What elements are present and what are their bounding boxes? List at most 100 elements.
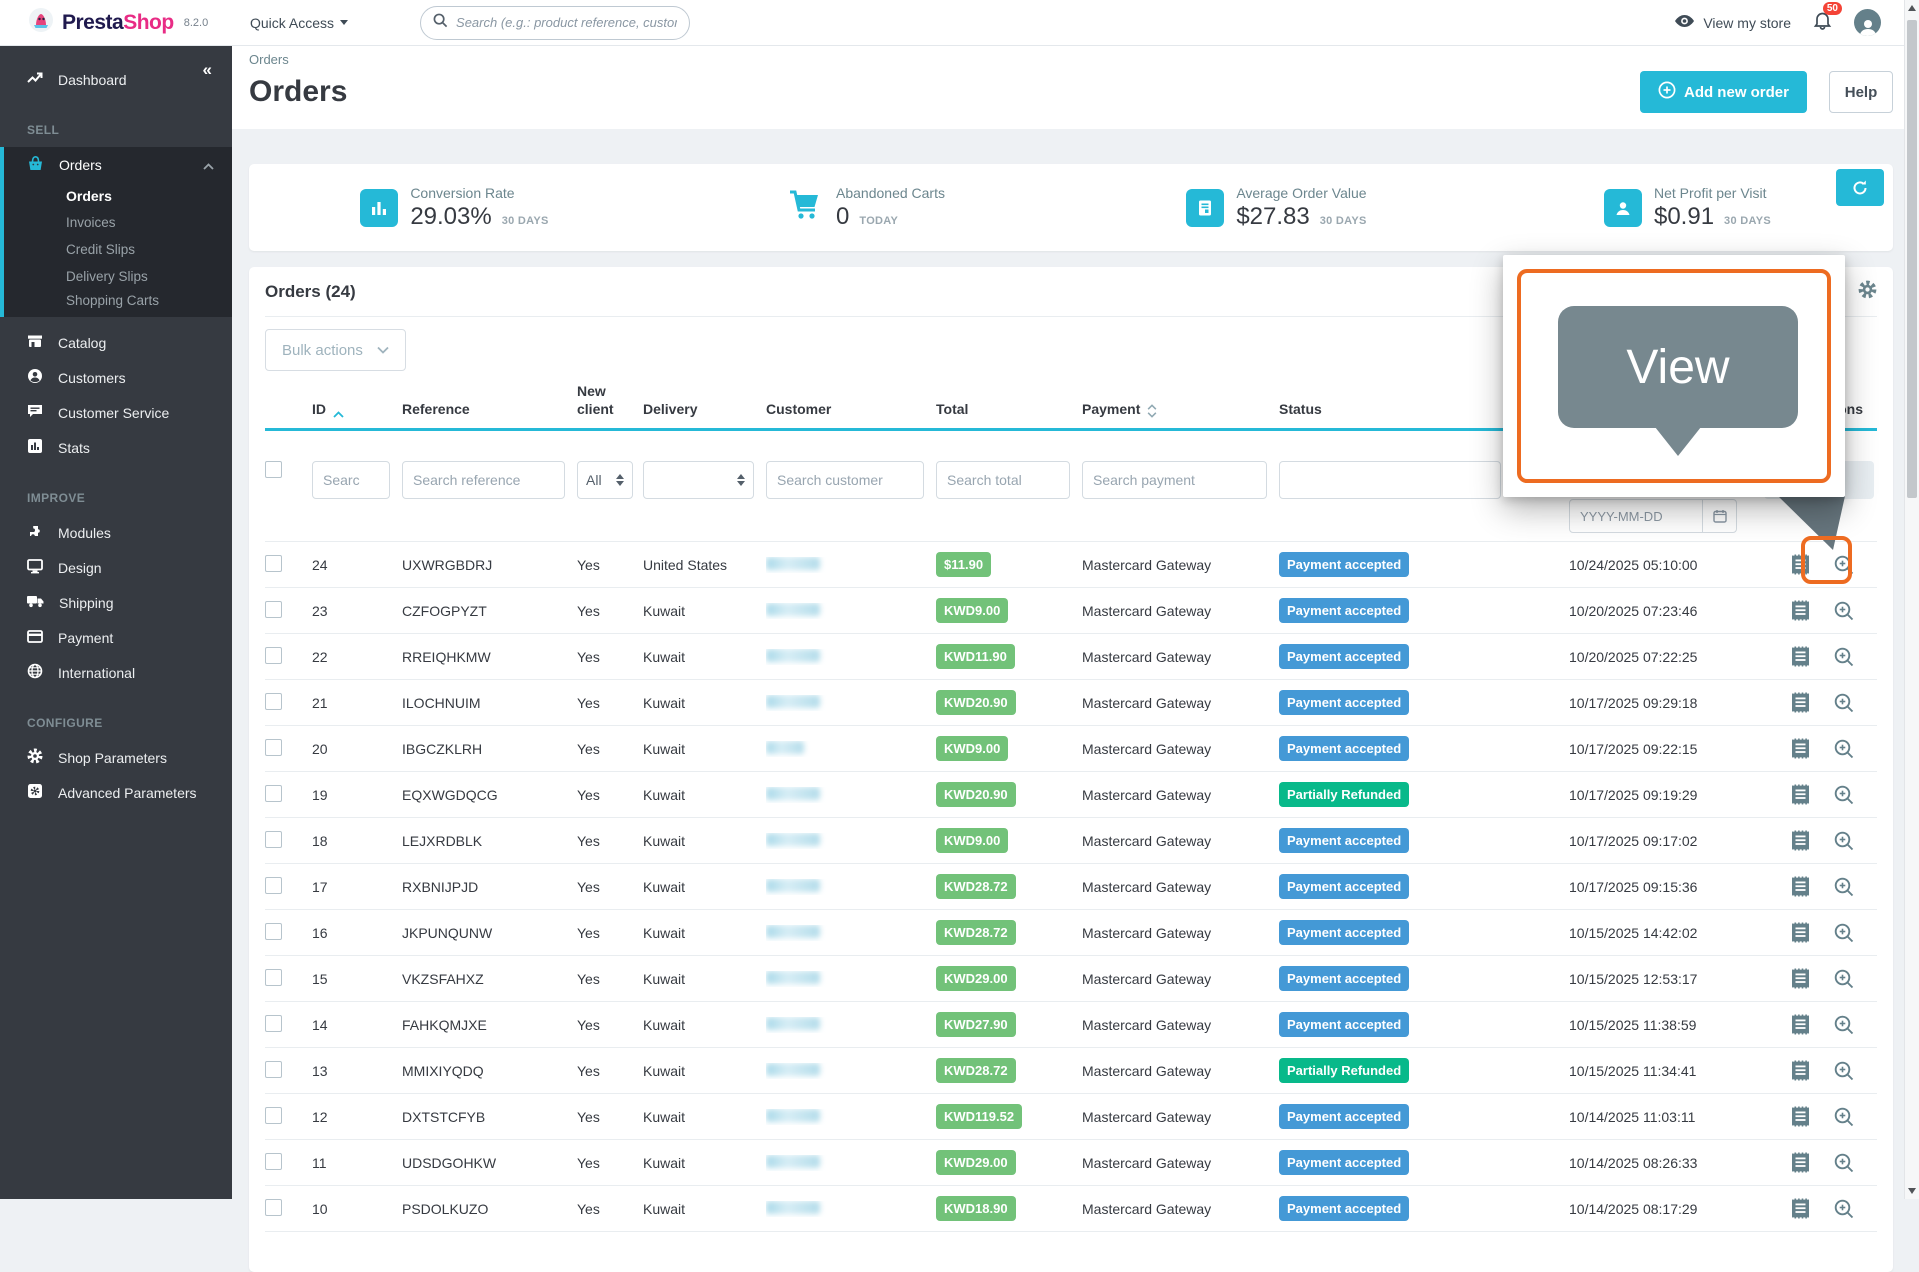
- view-my-store-link[interactable]: View my store: [1674, 14, 1791, 31]
- sidebar-item-customers[interactable]: Customers: [0, 360, 232, 395]
- filter-total-input[interactable]: [936, 461, 1070, 499]
- column-header-id[interactable]: ID: [312, 401, 402, 419]
- scroll-up-arrow-icon[interactable]: [1908, 5, 1916, 11]
- scroll-down-arrow-icon[interactable]: [1908, 1188, 1916, 1194]
- customer-name-blurred[interactable]: [766, 741, 804, 754]
- customer-name-blurred[interactable]: [766, 649, 820, 662]
- row-checkbox[interactable]: [265, 555, 282, 572]
- view-order-icon[interactable]: [1833, 692, 1855, 714]
- customer-name-blurred[interactable]: [766, 971, 820, 984]
- view-order-icon[interactable]: [1833, 1060, 1855, 1082]
- customer-name-blurred[interactable]: [766, 879, 820, 892]
- row-checkbox[interactable]: [265, 739, 282, 756]
- column-header-delivery[interactable]: Delivery: [643, 401, 766, 419]
- table-row[interactable]: 11 UDSDGOHKW Yes Kuwait KWD29.00 Masterc…: [265, 1140, 1877, 1186]
- sidebar-item-orders[interactable]: Orders: [4, 147, 232, 182]
- filter-status-input[interactable]: [1279, 461, 1501, 499]
- vertical-scrollbar[interactable]: [1904, 0, 1919, 1199]
- row-checkbox[interactable]: [265, 877, 282, 894]
- row-checkbox[interactable]: [265, 693, 282, 710]
- sidebar-subitem-credit-slips[interactable]: Credit Slips: [4, 236, 232, 263]
- table-row[interactable]: 21 ILOCHNUIM Yes Kuwait KWD20.90 Masterc…: [265, 680, 1877, 726]
- view-order-icon[interactable]: [1833, 738, 1855, 760]
- customer-name-blurred[interactable]: [766, 1017, 820, 1030]
- user-avatar[interactable]: [1854, 9, 1881, 36]
- table-row[interactable]: 17 RXBNIJPJD Yes Kuwait KWD28.72 Masterc…: [265, 864, 1877, 910]
- bulk-actions-button[interactable]: Bulk actions: [265, 329, 406, 371]
- view-order-icon[interactable]: [1833, 1198, 1855, 1220]
- sidebar-item-dashboard[interactable]: Dashboard: [0, 62, 232, 97]
- customer-name-blurred[interactable]: [766, 833, 820, 846]
- row-checkbox[interactable]: [265, 923, 282, 940]
- customer-name-blurred[interactable]: [766, 557, 820, 570]
- view-order-icon[interactable]: [1833, 600, 1855, 622]
- sidebar-item-payment[interactable]: Payment: [0, 620, 232, 655]
- invoice-document-icon[interactable]: [1790, 1105, 1811, 1128]
- table-row[interactable]: 20 IBGCZKLRH Yes Kuwait KWD9.00 Masterca…: [265, 726, 1877, 772]
- filter-payment-input[interactable]: [1082, 461, 1267, 499]
- sidebar-item-customer-service[interactable]: Customer Service: [0, 395, 232, 430]
- invoice-document-icon[interactable]: [1790, 737, 1811, 760]
- invoice-document-icon[interactable]: [1790, 783, 1811, 806]
- invoice-document-icon[interactable]: [1790, 691, 1811, 714]
- table-row[interactable]: 24 UXWRGBDRJ Yes United States $11.90 Ma…: [265, 542, 1877, 588]
- view-order-icon[interactable]: [1833, 876, 1855, 898]
- panel-settings-gear-icon[interactable]: [1858, 280, 1877, 304]
- filter-customer-input[interactable]: [766, 461, 924, 499]
- filter-reference-input[interactable]: [402, 461, 565, 499]
- prestashop-logo[interactable]: PrestaShop 8.2.0: [0, 7, 232, 38]
- sidebar-collapse-button[interactable]: «: [203, 60, 210, 80]
- table-row[interactable]: 19 EQXWGDQCG Yes Kuwait KWD20.90 Masterc…: [265, 772, 1877, 818]
- sidebar-item-shop-parameters[interactable]: Shop Parameters: [0, 740, 232, 775]
- sidebar-item-catalog[interactable]: Catalog: [0, 325, 232, 360]
- column-header-total[interactable]: Total: [936, 401, 1082, 419]
- row-checkbox[interactable]: [265, 785, 282, 802]
- sidebar-subitem-invoices[interactable]: Invoices: [4, 209, 232, 236]
- view-order-icon[interactable]: [1833, 922, 1855, 944]
- column-header-customer[interactable]: Customer: [766, 401, 936, 419]
- sidebar-subitem-orders[interactable]: Orders: [4, 182, 232, 209]
- invoice-document-icon[interactable]: [1790, 645, 1811, 668]
- search-input[interactable]: [456, 15, 677, 30]
- quick-access-menu[interactable]: Quick Access: [250, 15, 348, 31]
- sidebar-item-shipping[interactable]: Shipping: [0, 585, 232, 620]
- sidebar-subitem-shopping-carts[interactable]: Shopping Carts: [4, 290, 232, 317]
- column-header-reference[interactable]: Reference: [402, 401, 577, 419]
- invoice-document-icon[interactable]: [1790, 1059, 1811, 1082]
- filter-new-client-select[interactable]: All: [577, 461, 633, 499]
- customer-name-blurred[interactable]: [766, 1155, 820, 1168]
- view-order-icon[interactable]: [1833, 1106, 1855, 1128]
- sidebar-item-international[interactable]: International: [0, 655, 232, 690]
- filter-delivery-select[interactable]: [643, 461, 754, 499]
- table-row[interactable]: 23 CZFOGPYZT Yes Kuwait KWD9.00 Masterca…: [265, 588, 1877, 634]
- row-checkbox[interactable]: [265, 1199, 282, 1216]
- row-checkbox[interactable]: [265, 601, 282, 618]
- invoice-document-icon[interactable]: [1790, 1151, 1811, 1174]
- table-row[interactable]: 15 VKZSFAHXZ Yes Kuwait KWD29.00 Masterc…: [265, 956, 1877, 1002]
- sidebar-item-advanced-parameters[interactable]: Advanced Parameters: [0, 775, 232, 810]
- sidebar-item-design[interactable]: Design: [0, 550, 232, 585]
- row-checkbox[interactable]: [265, 831, 282, 848]
- help-button[interactable]: Help: [1829, 71, 1893, 113]
- add-new-order-button[interactable]: Add new order: [1640, 71, 1807, 113]
- table-row[interactable]: 10 PSDOLKUZO Yes Kuwait KWD18.90 Masterc…: [265, 1186, 1877, 1232]
- notifications-button[interactable]: 50: [1813, 10, 1832, 35]
- scrollbar-thumb[interactable]: [1907, 20, 1917, 498]
- customer-name-blurred[interactable]: [766, 695, 820, 708]
- customer-name-blurred[interactable]: [766, 1201, 820, 1214]
- filter-date-to[interactable]: YYYY-MM-DD: [1569, 499, 1737, 533]
- view-order-icon[interactable]: [1833, 1014, 1855, 1036]
- invoice-document-icon[interactable]: [1790, 1197, 1811, 1220]
- customer-name-blurred[interactable]: [766, 787, 820, 800]
- view-order-icon[interactable]: [1833, 646, 1855, 668]
- refresh-kpi-button[interactable]: [1836, 169, 1884, 206]
- view-order-icon[interactable]: [1833, 1152, 1855, 1174]
- customer-name-blurred[interactable]: [766, 603, 820, 616]
- view-order-icon[interactable]: [1833, 830, 1855, 852]
- table-row[interactable]: 22 RREIQHKMW Yes Kuwait KWD11.90 Masterc…: [265, 634, 1877, 680]
- table-row[interactable]: 14 FAHKQMJXE Yes Kuwait KWD27.90 Masterc…: [265, 1002, 1877, 1048]
- table-row[interactable]: 13 MMIXIYQDQ Yes Kuwait KWD28.72 Masterc…: [265, 1048, 1877, 1094]
- table-row[interactable]: 16 JKPUNQUNW Yes Kuwait KWD28.72 Masterc…: [265, 910, 1877, 956]
- column-header-payment[interactable]: Payment: [1082, 401, 1279, 419]
- sidebar-item-stats[interactable]: Stats: [0, 430, 232, 465]
